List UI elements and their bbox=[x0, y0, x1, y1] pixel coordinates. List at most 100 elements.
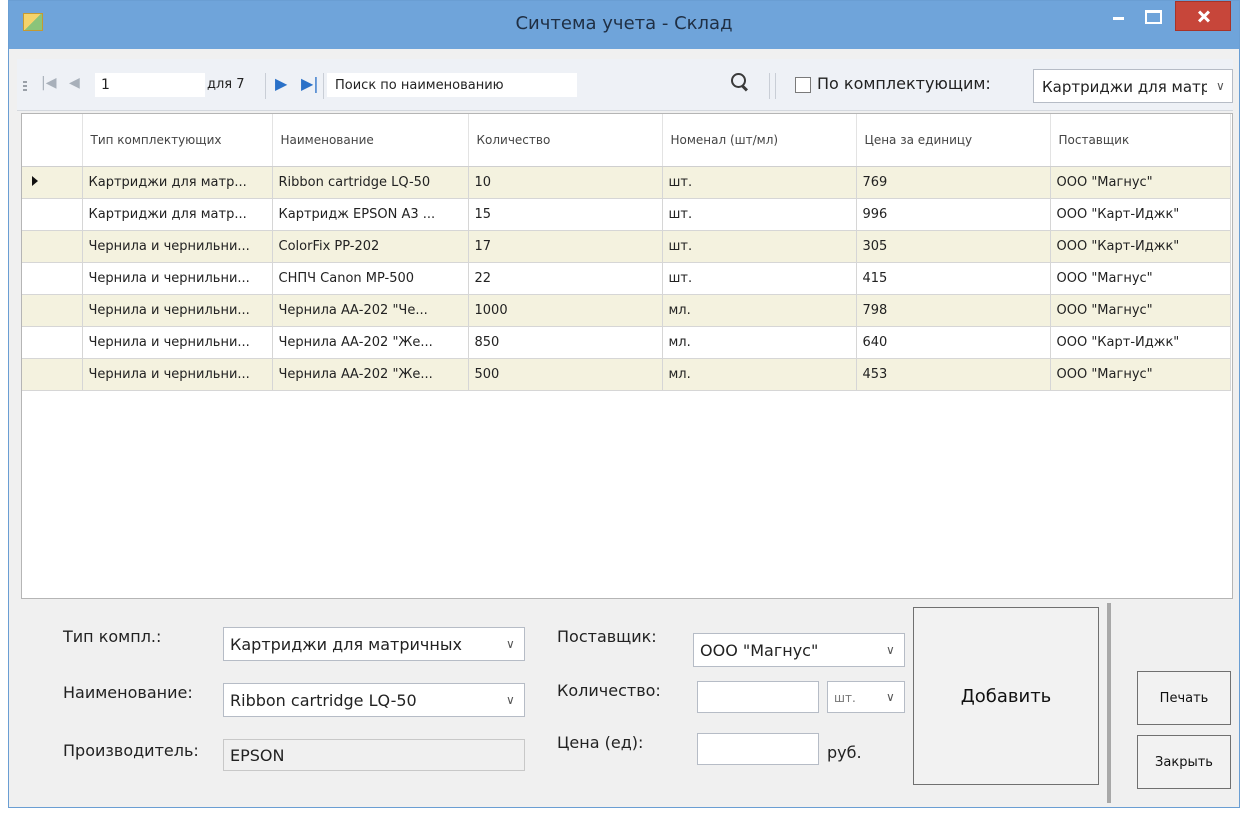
cell-type[interactable]: Чернила и чернильни... bbox=[82, 230, 273, 263]
cell-name[interactable]: Чернила АА-202 "Же... bbox=[272, 358, 469, 391]
cell-name[interactable]: Чернила АА-202 "Че... bbox=[272, 294, 469, 327]
cell-type[interactable]: Чернила и чернильни... bbox=[82, 326, 273, 359]
cell-price[interactable]: 305 bbox=[856, 230, 1051, 263]
cell-price[interactable]: 453 bbox=[856, 358, 1051, 391]
cell-quantity[interactable]: 22 bbox=[468, 262, 663, 295]
cell-quantity[interactable]: 15 bbox=[468, 198, 663, 231]
maximize-button[interactable] bbox=[1135, 1, 1169, 31]
table-row[interactable]: Чернила и чернильни... ColorFix PP-202 1… bbox=[22, 230, 1231, 263]
cell-supplier[interactable]: ООО "Карт-Иджк" bbox=[1050, 326, 1231, 359]
window-title: Сичтема учета - Склад bbox=[515, 13, 733, 34]
column-header[interactable]: Номенал (шт/мл) bbox=[662, 114, 857, 167]
cell-type[interactable]: Чернила и чернильни... bbox=[82, 358, 273, 391]
close-window-button[interactable] bbox=[1175, 1, 1231, 31]
add-button[interactable]: Добавить bbox=[913, 607, 1099, 785]
quantity-input[interactable] bbox=[697, 681, 819, 713]
filter-checkbox-label: По комплектующим: bbox=[817, 74, 991, 93]
input-panel: Тип компл.: Картриджи для матричных ∨ На… bbox=[17, 601, 1233, 803]
cell-unit[interactable]: мл. bbox=[662, 358, 857, 391]
cell-unit[interactable]: мл. bbox=[662, 326, 857, 359]
toolbar-separator bbox=[265, 73, 266, 99]
cell-price[interactable]: 415 bbox=[856, 262, 1051, 295]
cell-supplier[interactable]: ООО "Магнус" bbox=[1050, 294, 1231, 327]
toolbar-grip[interactable] bbox=[23, 81, 27, 93]
table-row[interactable]: Чернила и чернильни... Чернила АА-202 "Ж… bbox=[22, 358, 1231, 391]
chevron-down-icon: ∨ bbox=[506, 693, 515, 707]
supplier-select-value: ООО "Магнус" bbox=[700, 641, 819, 660]
cell-quantity[interactable]: 850 bbox=[468, 326, 663, 359]
cell-name[interactable]: Чернила АА-202 "Же... bbox=[272, 326, 469, 359]
cell-supplier[interactable]: ООО "Карт-Иджк" bbox=[1050, 198, 1231, 231]
column-header[interactable]: Количество bbox=[468, 114, 663, 167]
filter-by-component-checkbox[interactable] bbox=[795, 77, 811, 93]
search-icon[interactable] bbox=[729, 71, 749, 93]
table-row[interactable]: Чернила и чернильни... Чернила АА-202 "Ч… bbox=[22, 294, 1231, 327]
row-header[interactable] bbox=[22, 230, 83, 263]
cell-price[interactable]: 996 bbox=[856, 198, 1051, 231]
cell-quantity[interactable]: 10 bbox=[468, 166, 663, 199]
cell-supplier[interactable]: ООО "Карт-Иджк" bbox=[1050, 230, 1231, 263]
cell-name[interactable]: СНПЧ Canon MP-500 bbox=[272, 262, 469, 295]
type-select[interactable]: Картриджи для матричных ∨ bbox=[223, 627, 525, 661]
position-input[interactable] bbox=[95, 73, 205, 97]
cell-unit[interactable]: шт. bbox=[662, 166, 857, 199]
supplier-label: Поставщик: bbox=[557, 627, 657, 646]
cell-unit[interactable]: шт. bbox=[662, 230, 857, 263]
cell-type[interactable]: Картриджи для матр... bbox=[82, 166, 273, 199]
unit-select[interactable]: шт. ∨ bbox=[827, 681, 905, 713]
minimize-button[interactable] bbox=[1101, 1, 1135, 31]
table-row[interactable]: Картриджи для матр... Картридж EPSON A3 … bbox=[22, 198, 1231, 231]
column-header[interactable]: Цена за единицу bbox=[856, 114, 1051, 167]
table-row[interactable]: Чернила и чернильни... Чернила АА-202 "Ж… bbox=[22, 326, 1231, 359]
row-header[interactable] bbox=[22, 198, 83, 231]
cell-supplier[interactable]: ООО "Магнус" bbox=[1050, 166, 1231, 199]
table-row[interactable]: Чернила и чернильни... СНПЧ Canon MP-500… bbox=[22, 262, 1231, 295]
price-input[interactable] bbox=[697, 733, 819, 765]
cell-supplier[interactable]: ООО "Магнус" bbox=[1050, 358, 1231, 391]
column-header[interactable]: Поставщик bbox=[1050, 114, 1231, 167]
cell-price[interactable]: 798 bbox=[856, 294, 1051, 327]
cell-price[interactable]: 640 bbox=[856, 326, 1051, 359]
table-header-row: Тип комплектующих Наименование Количеств… bbox=[22, 114, 1231, 167]
main-window: Сичтема учета - Склад |◀ ◀ для 7 ▶ ▶| По… bbox=[8, 0, 1240, 808]
cell-type[interactable]: Чернила и чернильни... bbox=[82, 262, 273, 295]
row-header[interactable] bbox=[22, 358, 83, 391]
cell-name[interactable]: ColorFix PP-202 bbox=[272, 230, 469, 263]
search-input[interactable] bbox=[327, 73, 577, 97]
name-select-value: Ribbon cartridge LQ-50 bbox=[230, 691, 417, 710]
cell-unit[interactable]: мл. bbox=[662, 294, 857, 327]
row-header[interactable] bbox=[22, 166, 83, 199]
data-grid[interactable]: Тип комплектующих Наименование Количеств… bbox=[21, 113, 1233, 599]
print-button[interactable]: Печать bbox=[1137, 671, 1231, 725]
close-button[interactable]: Закрыть bbox=[1137, 735, 1231, 789]
supplier-select[interactable]: ООО "Магнус" ∨ bbox=[693, 633, 905, 667]
cell-type[interactable]: Чернила и чернильни... bbox=[82, 294, 273, 327]
table-row[interactable]: Картриджи для матр... Ribbon cartridge L… bbox=[22, 166, 1231, 199]
row-header[interactable] bbox=[22, 294, 83, 327]
row-header[interactable] bbox=[22, 326, 83, 359]
data-table: Тип комплектующих Наименование Количеств… bbox=[22, 114, 1231, 391]
cell-quantity[interactable]: 17 bbox=[468, 230, 663, 263]
column-header[interactable]: Тип комплектующих bbox=[82, 114, 273, 167]
cell-supplier[interactable]: ООО "Магнус" bbox=[1050, 262, 1231, 295]
component-filter-select[interactable]: Картриджи для матричных ∨ bbox=[1033, 69, 1233, 103]
cell-unit[interactable]: шт. bbox=[662, 198, 857, 231]
cell-type[interactable]: Картриджи для матр... bbox=[82, 198, 273, 231]
cell-quantity[interactable]: 500 bbox=[468, 358, 663, 391]
title-bar[interactable]: Сичтема учета - Склад bbox=[9, 1, 1239, 49]
row-header[interactable] bbox=[22, 262, 83, 295]
type-label: Тип компл.: bbox=[63, 627, 162, 646]
maker-field: EPSON bbox=[223, 739, 525, 771]
column-header[interactable]: Наименование bbox=[272, 114, 469, 167]
cell-name[interactable]: Картридж EPSON A3 ... bbox=[272, 198, 469, 231]
name-select[interactable]: Ribbon cartridge LQ-50 ∨ bbox=[223, 683, 525, 717]
move-last-icon[interactable]: ▶| bbox=[301, 74, 319, 93]
cell-price[interactable]: 769 bbox=[856, 166, 1051, 199]
move-previous-icon[interactable]: ◀ bbox=[69, 75, 80, 91]
move-next-icon[interactable]: ▶ bbox=[275, 74, 287, 93]
chevron-down-icon: ∨ bbox=[886, 690, 895, 704]
cell-unit[interactable]: шт. bbox=[662, 262, 857, 295]
move-first-icon[interactable]: |◀ bbox=[41, 75, 56, 91]
cell-quantity[interactable]: 1000 bbox=[468, 294, 663, 327]
cell-name[interactable]: Ribbon cartridge LQ-50 bbox=[272, 166, 469, 199]
